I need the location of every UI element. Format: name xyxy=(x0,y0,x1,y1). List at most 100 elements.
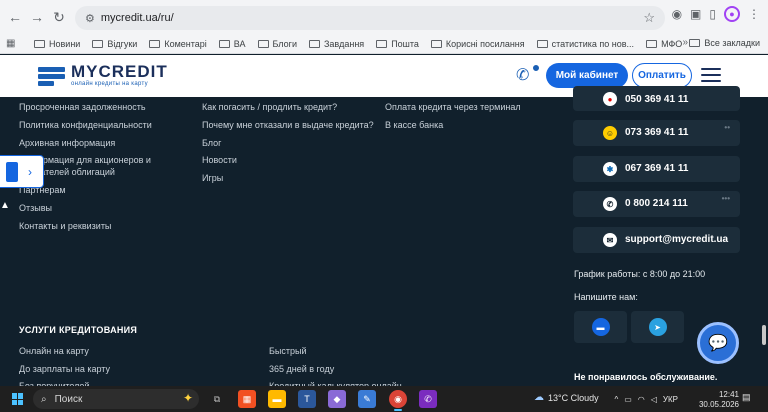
reload-button[interactable]: ↻ xyxy=(48,6,70,28)
footer-link[interactable]: Контакты и реквизиты xyxy=(19,221,111,231)
bookmarks-overflow-button[interactable]: » xyxy=(682,37,688,48)
footer-link[interactable]: Игры xyxy=(202,173,223,183)
folder-icon xyxy=(34,39,45,48)
profile-avatar[interactable]: ● xyxy=(724,6,740,22)
logo-tagline: онлайн кредиты на карту xyxy=(71,81,148,87)
teams-icon[interactable]: T xyxy=(298,390,316,408)
footer-link[interactable]: Просроченная задолженность xyxy=(19,102,146,112)
bookmark-item[interactable]: статистика по нов... xyxy=(536,39,634,49)
site-logo[interactable]: MYCREDIT онлайн кредиты на карту xyxy=(38,63,168,88)
wifi-icon[interactable]: ◠ xyxy=(638,395,645,404)
folder-icon xyxy=(689,39,701,47)
system-tray[interactable]: ^ ▭ ◠ ◁ УКР xyxy=(614,386,678,412)
task-view-icon[interactable]: ⧉ xyxy=(208,390,226,408)
folder-icon xyxy=(430,39,442,48)
apps-grid-icon[interactable]: ▦ xyxy=(6,38,20,49)
viber-app-icon[interactable]: ✆ xyxy=(419,390,437,408)
battery-icon[interactable]: ▭ xyxy=(624,395,632,404)
folder-icon xyxy=(308,39,320,48)
search-placeholder: Поиск xyxy=(54,393,83,405)
tray-overflow-icon[interactable]: ^ xyxy=(614,395,618,404)
footer-link[interactable]: В кассе банка xyxy=(385,120,443,130)
chat-widget-button[interactable]: 💬 xyxy=(697,322,739,364)
vodafone-icon: ● xyxy=(603,92,617,106)
notes-app-icon[interactable]: ✎ xyxy=(358,390,376,408)
footer-link[interactable]: Политика конфиденциальности xyxy=(19,120,152,130)
folder-icon xyxy=(257,39,269,48)
footer-link[interactable]: Оплата кредита через терминал xyxy=(385,102,521,112)
logo-mark-icon xyxy=(38,65,65,87)
bookmark-item[interactable]: Завдання xyxy=(308,39,364,49)
menu-kebab-icon[interactable]: ⋮ xyxy=(748,7,760,21)
contact-email[interactable]: ✉ support@mycredit.ua xyxy=(573,227,740,253)
bookmark-item[interactable]: ВА xyxy=(218,39,246,49)
search-icon: ⌕ xyxy=(41,393,47,405)
scrollbar-thumb[interactable] xyxy=(762,325,766,345)
bookmark-item[interactable]: Блоги xyxy=(257,39,297,49)
footer-link[interactable]: Блог xyxy=(202,138,221,148)
chrome-icon[interactable]: ◉ xyxy=(389,390,407,411)
taskbar-search[interactable]: ⌕ Поиск ✦ xyxy=(33,389,199,409)
folder-icon xyxy=(376,39,388,48)
volume-icon[interactable]: ◁ xyxy=(651,395,657,404)
contact-vodafone[interactable]: ● 050 369 41 11 xyxy=(573,86,740,111)
copilot-sparkle-icon: ✦ xyxy=(182,391,193,405)
contact-lifecell[interactable]: ☺ 073 369 41 11 •• xyxy=(573,120,740,146)
windows-taskbar: ⌕ Поиск ✦ ⧉ ▦ ▬ T ◆ ✎ ◉ ✆ ☁ 13°C Cloudy … xyxy=(0,386,768,412)
notifications-icon[interactable]: ▤ xyxy=(742,392,751,403)
site-info-icon[interactable]: ⚙ xyxy=(85,12,95,25)
bookmark-item[interactable]: Коментарі xyxy=(149,39,207,49)
folder-icon xyxy=(92,39,104,48)
sidebar-icon[interactable]: ▯ xyxy=(709,7,716,21)
pay-button[interactable]: Оплатить xyxy=(632,63,692,88)
cloud-icon: ☁ xyxy=(534,392,544,403)
message-icon: ▬ xyxy=(591,318,610,336)
back-button[interactable]: ← xyxy=(4,6,26,28)
footer-link[interactable]: Как погасить / продлить кредит? xyxy=(202,102,337,112)
bookmark-item[interactable]: Відгуки xyxy=(92,39,137,49)
footer-link[interactable]: До зарплаты на карту xyxy=(19,364,110,374)
footer-link[interactable]: 365 дней в году xyxy=(269,364,334,374)
contact-hotline[interactable]: ✆ 0 800 214 111 ••• xyxy=(573,191,740,217)
weather-widget[interactable]: ☁ 13°C Cloudy xyxy=(534,392,599,403)
forward-button[interactable]: → xyxy=(26,6,48,28)
taskbar-clock[interactable]: 12:41 30.05.2026 xyxy=(697,390,739,410)
viber-button[interactable]: ▬ xyxy=(574,311,627,343)
footer-link[interactable]: Почему мне отказали в выдаче кредита? xyxy=(202,120,374,130)
file-explorer-icon[interactable]: ▬ xyxy=(268,390,286,408)
extensions-icon[interactable]: ▣ xyxy=(690,7,701,21)
footer-link[interactable]: Быстрый xyxy=(269,346,307,356)
bookmark-star-icon[interactable]: ☆ xyxy=(643,10,655,26)
chat-icon: 💬 xyxy=(708,335,728,352)
bookmark-item[interactable]: Новини xyxy=(34,39,80,49)
start-button[interactable] xyxy=(12,393,24,405)
camera-icon[interactable]: ◉ xyxy=(672,7,682,21)
footer-link[interactable]: Новости xyxy=(202,155,237,165)
side-app-widget[interactable]: › xyxy=(0,155,44,188)
decor-dots: ••• xyxy=(721,194,730,203)
telegram-button[interactable]: ➤ xyxy=(631,311,684,343)
browser-toolbar: ← → ↻ ⚙ mycredit.ua/ru/ ☆ ◉ ▣ ▯ ● ⋮ xyxy=(0,0,768,34)
bookmark-item[interactable]: МФО xyxy=(646,39,682,49)
footer-link[interactable]: Онлайн на карту xyxy=(19,346,89,356)
footer-link[interactable]: Архивная информация xyxy=(19,138,115,148)
my-cabinet-button[interactable]: Мой кабинет xyxy=(546,63,628,88)
store-app-icon[interactable]: ▦ xyxy=(238,390,256,408)
copilot-app-icon[interactable]: ◆ xyxy=(328,390,346,408)
bookmark-item[interactable]: Пошта xyxy=(376,39,419,49)
write-us-label: Напишите нам: xyxy=(574,292,638,302)
all-bookmarks-button[interactable]: Все закладки xyxy=(689,38,760,48)
contact-kyivstar[interactable]: ✱ 067 369 41 11 xyxy=(573,156,740,182)
decor-dots: •• xyxy=(724,123,730,132)
folder-icon xyxy=(646,39,658,48)
callback-phone-icon[interactable]: ✆ xyxy=(516,64,540,87)
hamburger-menu-icon[interactable] xyxy=(701,67,721,83)
bookmark-item[interactable]: Корисні посилання xyxy=(430,39,525,49)
mail-icon: ✉ xyxy=(603,233,617,247)
chevron-right-icon: › xyxy=(28,164,32,179)
address-bar[interactable]: ⚙ mycredit.ua/ru/ ☆ xyxy=(75,6,665,30)
complaint-text: Не понравилось обслуживание. xyxy=(574,372,718,382)
page-scrollbar[interactable] xyxy=(760,97,768,379)
language-indicator[interactable]: УКР xyxy=(663,395,678,404)
footer-link[interactable]: Отзывы xyxy=(19,203,52,213)
